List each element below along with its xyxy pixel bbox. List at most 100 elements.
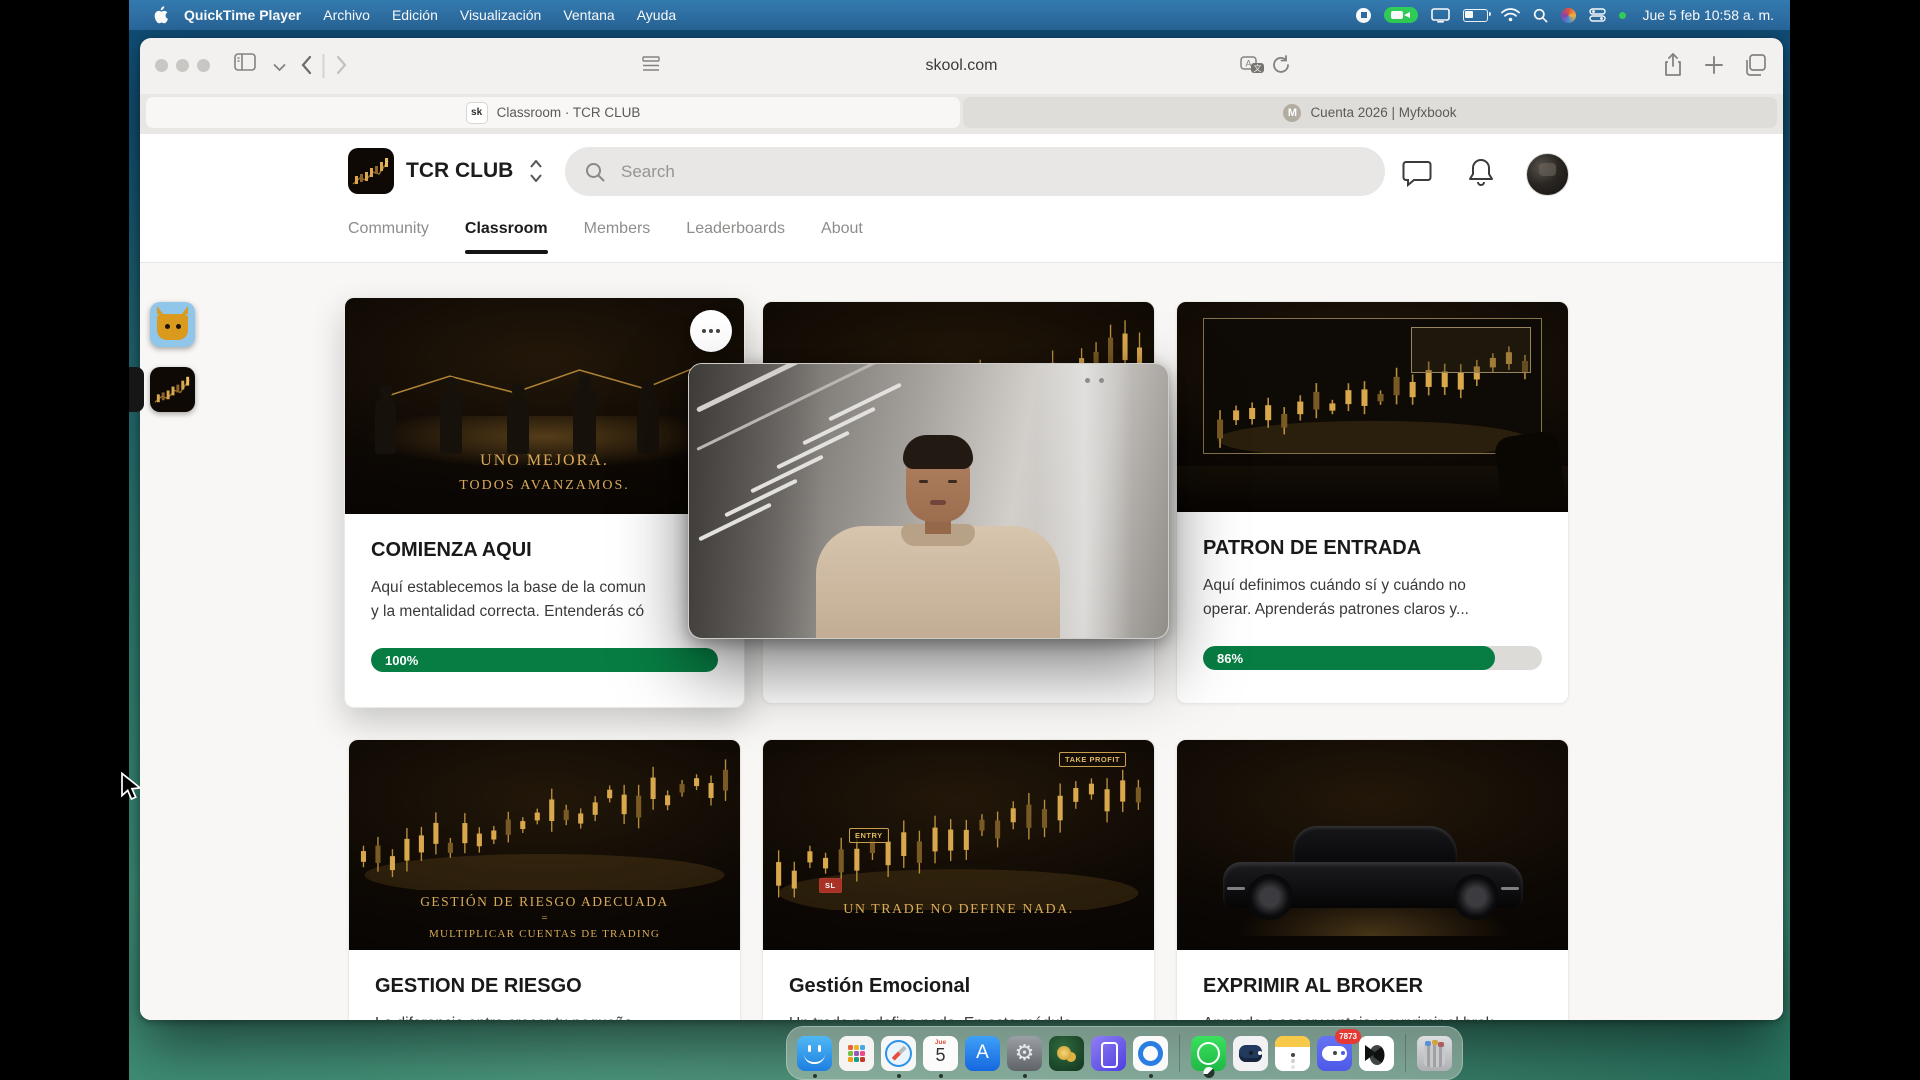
course-description-line: y la mentalidad correcta. Entenderás có xyxy=(371,600,718,624)
address-bar[interactable]: skool.com xyxy=(140,38,1783,94)
dock-separator xyxy=(1405,1034,1406,1072)
nav-community[interactable]: Community xyxy=(348,220,429,254)
user-avatar[interactable] xyxy=(1526,153,1569,196)
calendar-day: 5 xyxy=(923,1045,958,1066)
notifications-bell-icon[interactable] xyxy=(1467,157,1495,193)
site-header: TCR CLUB xyxy=(140,134,1783,263)
menu-bar-status: Jue 5 feb 10:58 a. m. xyxy=(1356,7,1774,23)
sidebar-tab-tcr-club-icon[interactable] xyxy=(150,367,195,412)
tab-classroom-tcr-club[interactable]: sk Classroom · TCR CLUB xyxy=(146,97,960,128)
camera-active-icon[interactable] xyxy=(1384,7,1418,23)
menu-item-ayuda[interactable]: Ayuda xyxy=(637,7,676,23)
sidebar-tab-cat-icon[interactable] xyxy=(150,302,195,347)
car-illustration xyxy=(1223,826,1523,916)
dock-finder-icon[interactable] xyxy=(797,1036,832,1071)
course-cover-image: TAKE PROFIT ENTRY SL UN TRADE NO DEFINE … xyxy=(763,740,1154,950)
search-icon xyxy=(585,162,605,182)
dock-trash-icon[interactable] xyxy=(1417,1036,1452,1071)
dock: Jue 5 7873 xyxy=(786,1026,1463,1080)
course-card-gestion-emocional[interactable]: TAKE PROFIT ENTRY SL UN TRADE NO DEFINE … xyxy=(762,739,1155,1020)
menu-item-visualizacion[interactable]: Visualización xyxy=(460,7,541,23)
svg-text:文: 文 xyxy=(1254,63,1262,73)
nav-about[interactable]: About xyxy=(821,220,863,254)
dock-capcut-icon[interactable] xyxy=(1359,1036,1394,1071)
share-icon[interactable] xyxy=(1663,53,1683,82)
menu-item-ventana[interactable]: Ventana xyxy=(563,7,614,23)
tab-bar: sk Classroom · TCR CLUB M Cuenta 2026 | … xyxy=(140,94,1783,134)
menu-bar-clock[interactable]: Jue 5 feb 10:58 a. m. xyxy=(1642,7,1774,23)
course-title: PATRON DE ENTRADA xyxy=(1203,536,1542,560)
pip-video-window[interactable] xyxy=(688,363,1169,639)
control-center-toggles-icon[interactable] xyxy=(1589,8,1606,22)
dock-notes-icon[interactable] xyxy=(1275,1036,1310,1071)
dock-iphone-mirroring-icon[interactable] xyxy=(1091,1036,1126,1071)
dock-whatsapp-icon[interactable] xyxy=(1191,1036,1226,1071)
menu-app-name[interactable]: QuickTime Player xyxy=(184,7,301,23)
nav-classroom[interactable]: Classroom xyxy=(465,220,548,254)
tab-label: Classroom · TCR CLUB xyxy=(497,105,641,120)
svg-text:A: A xyxy=(1245,59,1251,69)
course-cover-image xyxy=(1177,302,1568,512)
community-logo[interactable] xyxy=(348,148,394,194)
battery-icon[interactable] xyxy=(1463,9,1488,22)
color-profile-icon[interactable] xyxy=(1561,8,1576,23)
tab-label: Cuenta 2026 | Myfxbook xyxy=(1310,105,1456,120)
course-title: GESTION DE RIESGO xyxy=(375,974,714,998)
browser-toolbar: skool.com A文 xyxy=(140,38,1783,94)
progress-fill: 100% xyxy=(371,648,718,672)
dock-discord-icon[interactable]: 7873 xyxy=(1317,1036,1352,1071)
dock-finance-app-icon[interactable] xyxy=(1049,1036,1084,1071)
screen-recording-stop-icon[interactable] xyxy=(1356,8,1371,23)
course-description-line: Un trade no define nada. En este módulo.… xyxy=(789,1012,1128,1020)
nav-leaderboards[interactable]: Leaderboards xyxy=(686,220,785,254)
course-description-line: La diferencia entre crecer tu pequeña... xyxy=(375,1012,714,1020)
nav-members[interactable]: Members xyxy=(584,220,651,254)
tab-overview-icon[interactable] xyxy=(1744,54,1766,81)
course-title: COMIENZA AQUI xyxy=(371,538,718,562)
community-name: TCR CLUB xyxy=(406,159,513,183)
skool-favicon: sk xyxy=(466,102,488,124)
stop-loss-chip: SL xyxy=(819,878,842,893)
wifi-icon[interactable] xyxy=(1501,8,1520,22)
course-card-gestion-de-riesgo[interactable]: GESTIÓN DE RIESGO ADECUADA = MULTIPLICAR… xyxy=(348,739,741,1020)
address-url[interactable]: skool.com xyxy=(925,57,997,75)
speaker-person xyxy=(813,428,1063,638)
progress-bar: 86% xyxy=(1203,646,1542,670)
course-title: Gestión Emocional xyxy=(789,974,1128,998)
site-nav: Community Classroom Members Leaderboards… xyxy=(348,220,863,254)
apple-logo-icon[interactable] xyxy=(153,6,168,24)
screen: QuickTime Player Archivo Edición Visuali… xyxy=(0,0,1920,1080)
myfxbook-favicon: M xyxy=(1283,104,1301,122)
entry-chip: ENTRY xyxy=(849,828,889,843)
course-card-comienza-aqui[interactable]: UNO MEJORA. TODOS AVANZAMOS. COMIENZA AQ… xyxy=(344,297,745,708)
course-description-line: operar. Aprenderás patrones claros y... xyxy=(1203,598,1542,622)
community-switcher-icon[interactable] xyxy=(528,157,544,190)
progress-fill: 86% xyxy=(1203,646,1495,670)
reload-icon[interactable] xyxy=(1272,55,1291,80)
dock-separator xyxy=(1179,1034,1180,1072)
menu-item-edicion[interactable]: Edición xyxy=(392,7,438,23)
dock-app-store-icon[interactable] xyxy=(965,1036,1000,1071)
dock-quicktime-icon[interactable] xyxy=(1133,1036,1168,1071)
menu-item-archivo[interactable]: Archivo xyxy=(323,7,370,23)
search-input[interactable] xyxy=(619,161,1365,183)
discord-badge: 7873 xyxy=(1335,1029,1361,1044)
course-description-line: Aquí establecemos la base de la comun xyxy=(371,576,718,600)
chat-icon[interactable] xyxy=(1402,159,1432,192)
translate-icon[interactable]: A文 xyxy=(1240,56,1266,81)
screen-mirroring-icon[interactable] xyxy=(1431,8,1450,23)
dock-launchpad-icon[interactable] xyxy=(839,1036,874,1071)
dock-calendar-icon[interactable]: Jue 5 xyxy=(923,1036,958,1071)
course-card-exprimir-al-broker[interactable]: EXPRIMIR AL BROKER Aprende a sacar venta… xyxy=(1176,739,1569,1020)
menu-bar-left: QuickTime Player Archivo Edición Visuali… xyxy=(153,6,676,24)
search-bar[interactable] xyxy=(565,147,1385,196)
tab-myfxbook[interactable]: M Cuenta 2026 | Myfxbook xyxy=(963,97,1777,128)
dock-assistant-app-icon[interactable] xyxy=(1233,1036,1268,1071)
course-cover-image: GESTIÓN DE RIESGO ADECUADA = MULTIPLICAR… xyxy=(349,740,740,950)
course-card-patron-de-entrada[interactable]: PATRON DE ENTRADA Aquí definimos cuándo … xyxy=(1176,301,1569,704)
dock-safari-icon[interactable] xyxy=(881,1036,916,1071)
card-more-options-button[interactable] xyxy=(690,310,732,352)
new-tab-icon[interactable] xyxy=(1704,55,1724,80)
dock-system-settings-icon[interactable] xyxy=(1007,1036,1042,1071)
spotlight-search-icon[interactable] xyxy=(1533,8,1548,23)
